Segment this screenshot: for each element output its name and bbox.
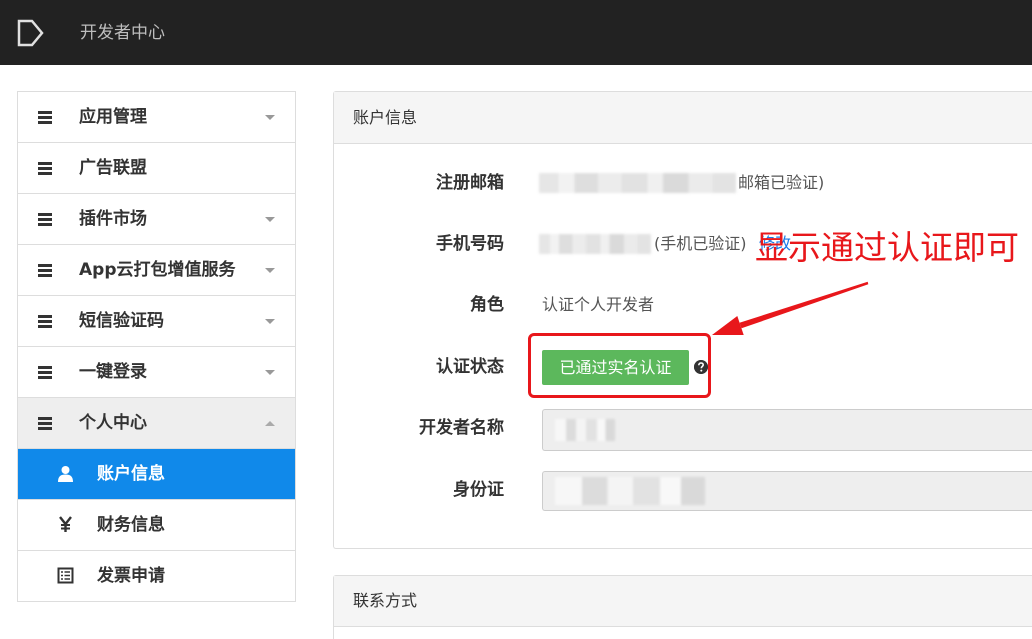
redacted-developer-name [555,419,615,441]
verification-status-label: 认证状态 [436,357,504,377]
sidebar-item-plugin-market[interactable]: 插件市场 [18,194,295,245]
menu-icon [38,111,52,124]
sidebar-item-sms-verification[interactable]: 短信验证码 [18,296,295,347]
sidebar-item-label: 广告联盟 [79,158,147,178]
logo-icon[interactable] [14,17,46,49]
sidebar-subitem-finance-info[interactable]: 财务信息 [18,500,295,551]
top-bar: 开发者中心 [0,0,1032,65]
phone-status: (手机已验证) [654,234,747,253]
role-value: 认证个人开发者 [542,295,655,314]
sidebar-subitem-account-info[interactable]: 账户信息 [18,449,295,500]
sidebar-item-label: 应用管理 [79,107,147,127]
redacted-phone-value [539,234,651,254]
id-card-label: 身份证 [453,480,504,500]
sidebar-item-ad-alliance[interactable]: 广告联盟 [18,143,295,194]
account-info-panel: 账户信息 注册邮箱 邮箱已验证) 手机号码 (手机已验证) 修改 角色 认证个人… [333,91,1032,549]
sidebar: 应用管理 广告联盟 插件市场 App云打包增值服务 短信验证码 一键登录 个人中… [17,91,296,602]
sidebar-subitem-label: 发票申请 [97,566,165,586]
sidebar-subitem-label: 财务信息 [97,515,165,535]
redacted-email-value [539,173,736,193]
sidebar-subitem-label: 账户信息 [97,464,165,484]
developer-name-label: 开发者名称 [419,418,504,438]
sidebar-item-label: 插件市场 [79,209,147,229]
menu-icon [38,417,52,430]
phone-label: 手机号码 [436,234,504,254]
menu-icon [38,162,52,175]
chevron-up-icon [265,421,275,426]
sidebar-subitem-invoice-request[interactable]: 发票申请 [18,551,295,602]
sidebar-item-label: 个人中心 [79,413,147,433]
menu-icon [38,264,52,277]
chevron-down-icon [265,370,275,375]
chevron-down-icon [265,217,275,222]
annotation-highlight-box [528,333,711,398]
email-status: 邮箱已验证) [738,173,825,192]
chevron-down-icon [265,115,275,120]
site-title[interactable]: 开发者中心 [80,20,165,46]
chevron-down-icon [265,319,275,324]
panel-title: 账户信息 [334,92,1032,144]
id-card-field[interactable] [542,471,1032,511]
panel-title: 联系方式 [334,576,1032,627]
role-label: 角色 [470,295,504,315]
sidebar-item-label: App云打包增值服务 [79,260,236,280]
sidebar-item-personal-center[interactable]: 个人中心 [18,398,295,449]
contact-info-panel: 联系方式 [333,575,1032,639]
sidebar-item-cloud-packaging[interactable]: App云打包增值服务 [18,245,295,296]
email-label: 注册邮箱 [436,173,504,193]
developer-name-field[interactable] [542,409,1032,451]
sidebar-item-app-management[interactable]: 应用管理 [18,92,295,143]
annotation-text: 显示通过认证即可 [755,228,1019,267]
redacted-id-card [555,477,705,505]
user-icon [58,466,73,482]
sidebar-item-one-click-login[interactable]: 一键登录 [18,347,295,398]
menu-icon [38,213,52,226]
sidebar-item-label: 一键登录 [79,362,147,382]
sidebar-item-label: 短信验证码 [79,311,164,331]
yen-icon [59,516,72,532]
menu-icon [38,366,52,379]
menu-icon [38,315,52,328]
invoice-list-icon [57,567,74,584]
chevron-down-icon [265,268,275,273]
